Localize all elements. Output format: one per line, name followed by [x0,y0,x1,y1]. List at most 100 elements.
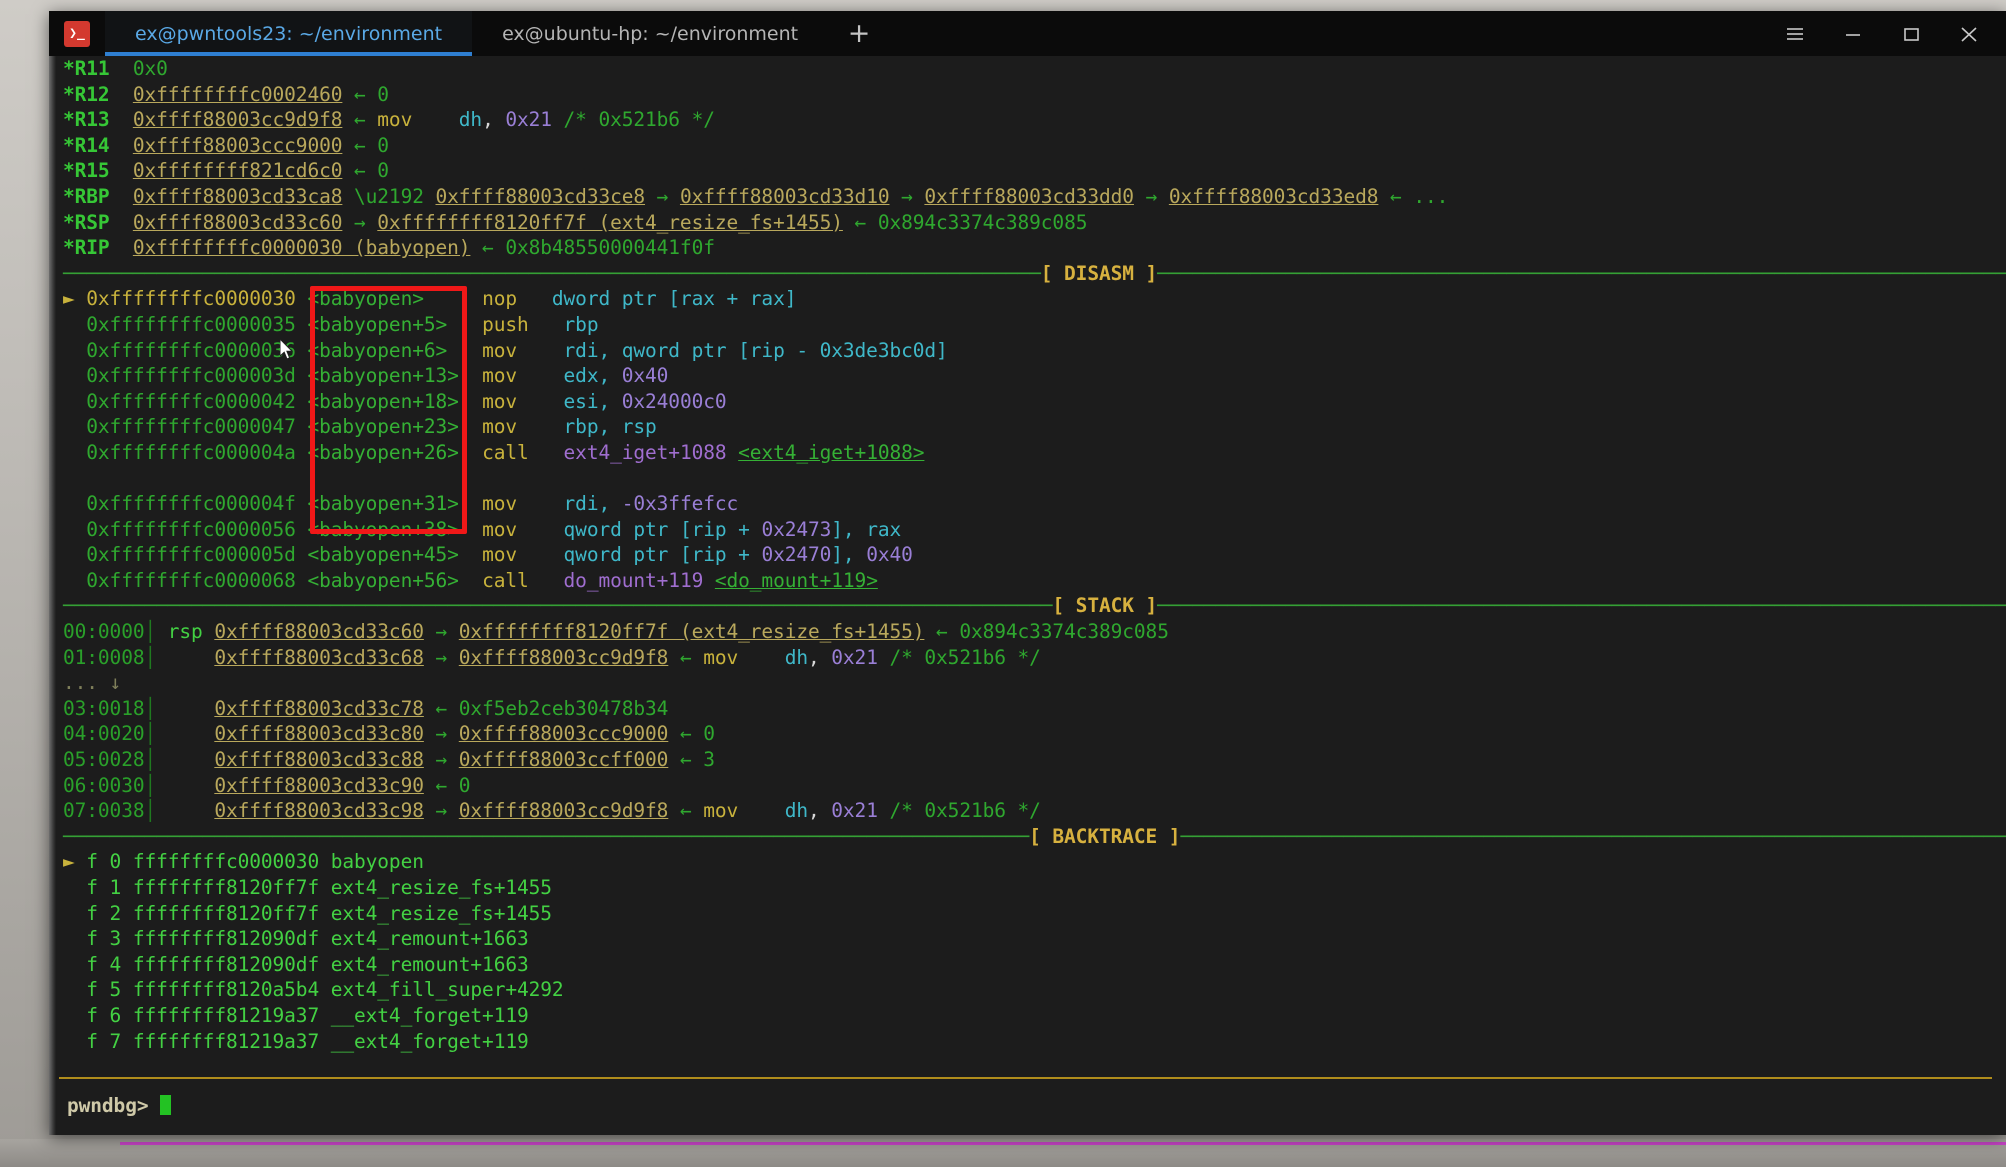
call-target-link[interactable]: <ext4_iget+1088> [738,441,924,464]
stack-index: 01:0008 [63,645,145,669]
disasm-address: 0xffffffffc0000036 [86,338,296,362]
frame-symbol: __ext4_forget+119 [330,1029,529,1053]
frame-index: f 5 [86,978,122,1002]
disasm-address: 0xffffffffc000004a [86,440,296,464]
deref-arrow: \u2192 [354,184,424,208]
terminal-content[interactable]: *R11 0x0 *R12 0xffffffffc0002460 ← 0 *R1… [49,56,2006,1135]
stack-register: rsp [167,620,203,644]
minimize-icon[interactable] [1824,11,1882,56]
call-target-link[interactable]: <do_mount+119> [715,569,878,592]
register-tail: 0 [377,133,389,157]
tab-pwntools23[interactable]: ex@pwntools23: ~/environment [105,11,473,56]
backtrace-row: f 3 ffffffff812090df ext4_remount+1663 [59,926,2006,952]
disasm-row: 0xffffffffc0000035 <babyopen+5> push rbp [59,312,2006,338]
disasm-symbol: <babyopen> [307,287,424,311]
frame-symbol: babyopen [330,850,424,874]
terminal-left-edge [49,56,56,1135]
tab-ubuntu-hp[interactable]: ex@ubuntu-hp: ~/environment [472,11,829,56]
stack-index: 04:0020 [63,722,145,746]
stack-address[interactable]: 0xffff88003cd33c90 [214,774,424,797]
disasm-address: 0xffffffffc0000042 [86,389,296,413]
close-icon[interactable] [1940,11,1998,56]
frame-symbol: ext4_resize_fs+1455 [330,876,552,899]
terminal-window: ❯_ ex@pwntools23: ~/environment ex@ubunt… [49,11,2006,1135]
deref-arrow: ← [354,82,366,106]
stack-address[interactable]: 0xffff88003cd33c80 [214,722,424,745]
frame-index: f 7 [86,1029,122,1053]
titlebar-spacer [890,11,1766,56]
disasm-address: 0xffffffffc000004f [86,492,296,516]
frame-index: f 4 [86,952,122,976]
frame-index: f 6 [86,1003,122,1027]
frame-address: ffffffffc0000030 [132,850,320,874]
disasm-symbol: <babyopen+23> [307,415,459,439]
disasm-mnemonic: mov [482,492,517,516]
register-row: *RBP 0xffff88003cd33ca8 \u2192 0xffff880… [63,184,1449,208]
stack-index: 03:0018 [63,696,145,720]
disasm-mnemonic: mov [482,389,517,413]
register-name: *R14 [63,133,110,157]
register-tail-mnemonic: mov [377,108,413,132]
disasm-operands: rbp [563,312,599,336]
disasm-section: ► 0xffffffffc0000030 <babyopen> nop dwor… [59,286,2006,593]
stack-index: 06:0030 [63,773,145,797]
stack-banner: ────────────────────────────────────────… [63,594,2006,618]
stack-section: 00:0000│ rsp 0xffff88003cd33c60 → 0xffff… [59,619,2006,824]
hamburger-menu-icon[interactable] [1766,11,1824,56]
current-instruction-marker: ► [63,287,75,311]
stack-address[interactable]: 0xffff88003cd33c88 [214,748,424,771]
frame-index: f 0 [86,850,122,874]
stack-address[interactable]: 0xffff88003cd33c60 [214,620,424,643]
backtrace-row: f 7 ffffffff81219a37 __ext4_forget+119 [59,1029,2006,1055]
stack-index: 00:0000 [63,620,145,644]
stack-row: 03:0018│ 0xffff88003cd33c78 ← 0xf5eb2ceb… [63,696,669,720]
stack-target: 0xffff88003cc9d9f8 [458,645,669,669]
register-value[interactable]: 0xffffffffc0000030 (babyopen) [133,236,471,259]
disasm-symbol: <babyopen+5> [307,312,448,336]
frame-index: f 2 [86,901,122,925]
stack-address[interactable]: 0xffff88003cd33c68 [214,646,424,669]
window-controls [1766,11,2006,56]
chain-2: 0xffff88003cd33d10 [679,184,890,208]
desktop-accent-line [120,1142,2006,1145]
disasm-row: 0xffffffffc000004f <babyopen+31> mov rdi… [86,492,739,516]
register-name: *RIP [63,236,110,260]
register-value[interactable]: 0xffff88003cd33c60 [133,211,343,234]
register-row: *R14 0xffff88003ccc9000 ← 0 [59,133,2006,159]
disasm-mnemonic: call [482,440,529,464]
disasm-mnemonic: mov [482,543,517,567]
disasm-row: ► 0xffffffffc0000030 <babyopen> nop dwor… [59,286,2006,312]
stack-row: 05:0028│ 0xffff88003cd33c88 → 0xffff8800… [63,748,715,772]
stack-target: 0xffff88003ccc9000 [458,722,669,746]
stack-row: 06:0030│ 0xffff88003cd33c90 ← 0 [63,773,471,797]
register-value[interactable]: 0xffffffff821cd6c0 [133,159,343,182]
backtrace-section: ► f 0 ffffffffc0000030 babyopen f 1 ffff… [59,849,2006,1054]
stack-row: 00:0000│ rsp 0xffff88003cd33c60 → 0xffff… [63,620,1169,644]
registers-section: *R11 0x0 *R12 0xffffffffc0002460 ← 0 *R1… [59,56,2006,261]
register-value[interactable]: 0xffff88003cd33ca8 [133,185,343,208]
frame-symbol: ext4_remount+1663 [330,952,529,976]
backtrace-row: ► f 0 ffffffffc0000030 babyopen [59,849,2006,875]
frame-index: f 3 [86,927,122,951]
register-row: *RSP 0xffff88003cd33c60 → 0xffffffff8120… [63,210,1088,234]
disasm-address: 0xffffffffc000005d [86,543,296,567]
command-prompt[interactable]: pwndbg> [63,1093,172,1119]
disasm-banner: ────────────────────────────────────────… [63,261,2006,285]
stack-address[interactable]: 0xffff88003cd33c78 [214,697,424,720]
register-row: *R12 0xffffffffc0002460 ← 0 [59,82,2006,108]
register-value[interactable]: 0xffff88003cc9d9f8 [133,108,343,131]
disasm-mnemonic: push [482,312,529,336]
window-titlebar: ❯_ ex@pwntools23: ~/environment ex@ubunt… [49,11,2006,56]
stack-address[interactable]: 0xffff88003cd33c98 [214,799,424,822]
frame-symbol: ext4_resize_fs+1455 [330,901,552,925]
disasm-mnemonic: mov [482,364,517,388]
maximize-icon[interactable] [1882,11,1940,56]
stack-index: 07:0038 [63,799,145,823]
disasm-row: 0xffffffffc0000047 <babyopen+23> mov rbp… [59,414,2006,440]
new-tab-button[interactable]: + [828,11,890,56]
register-value[interactable]: 0xffff88003ccc9000 [133,134,343,157]
disasm-operands: rbp, rsp [563,415,657,439]
frame-address: ffffffff8120ff7f [132,901,320,925]
register-value[interactable]: 0xffffffffc0002460 [133,83,343,106]
text-cursor [160,1095,172,1116]
